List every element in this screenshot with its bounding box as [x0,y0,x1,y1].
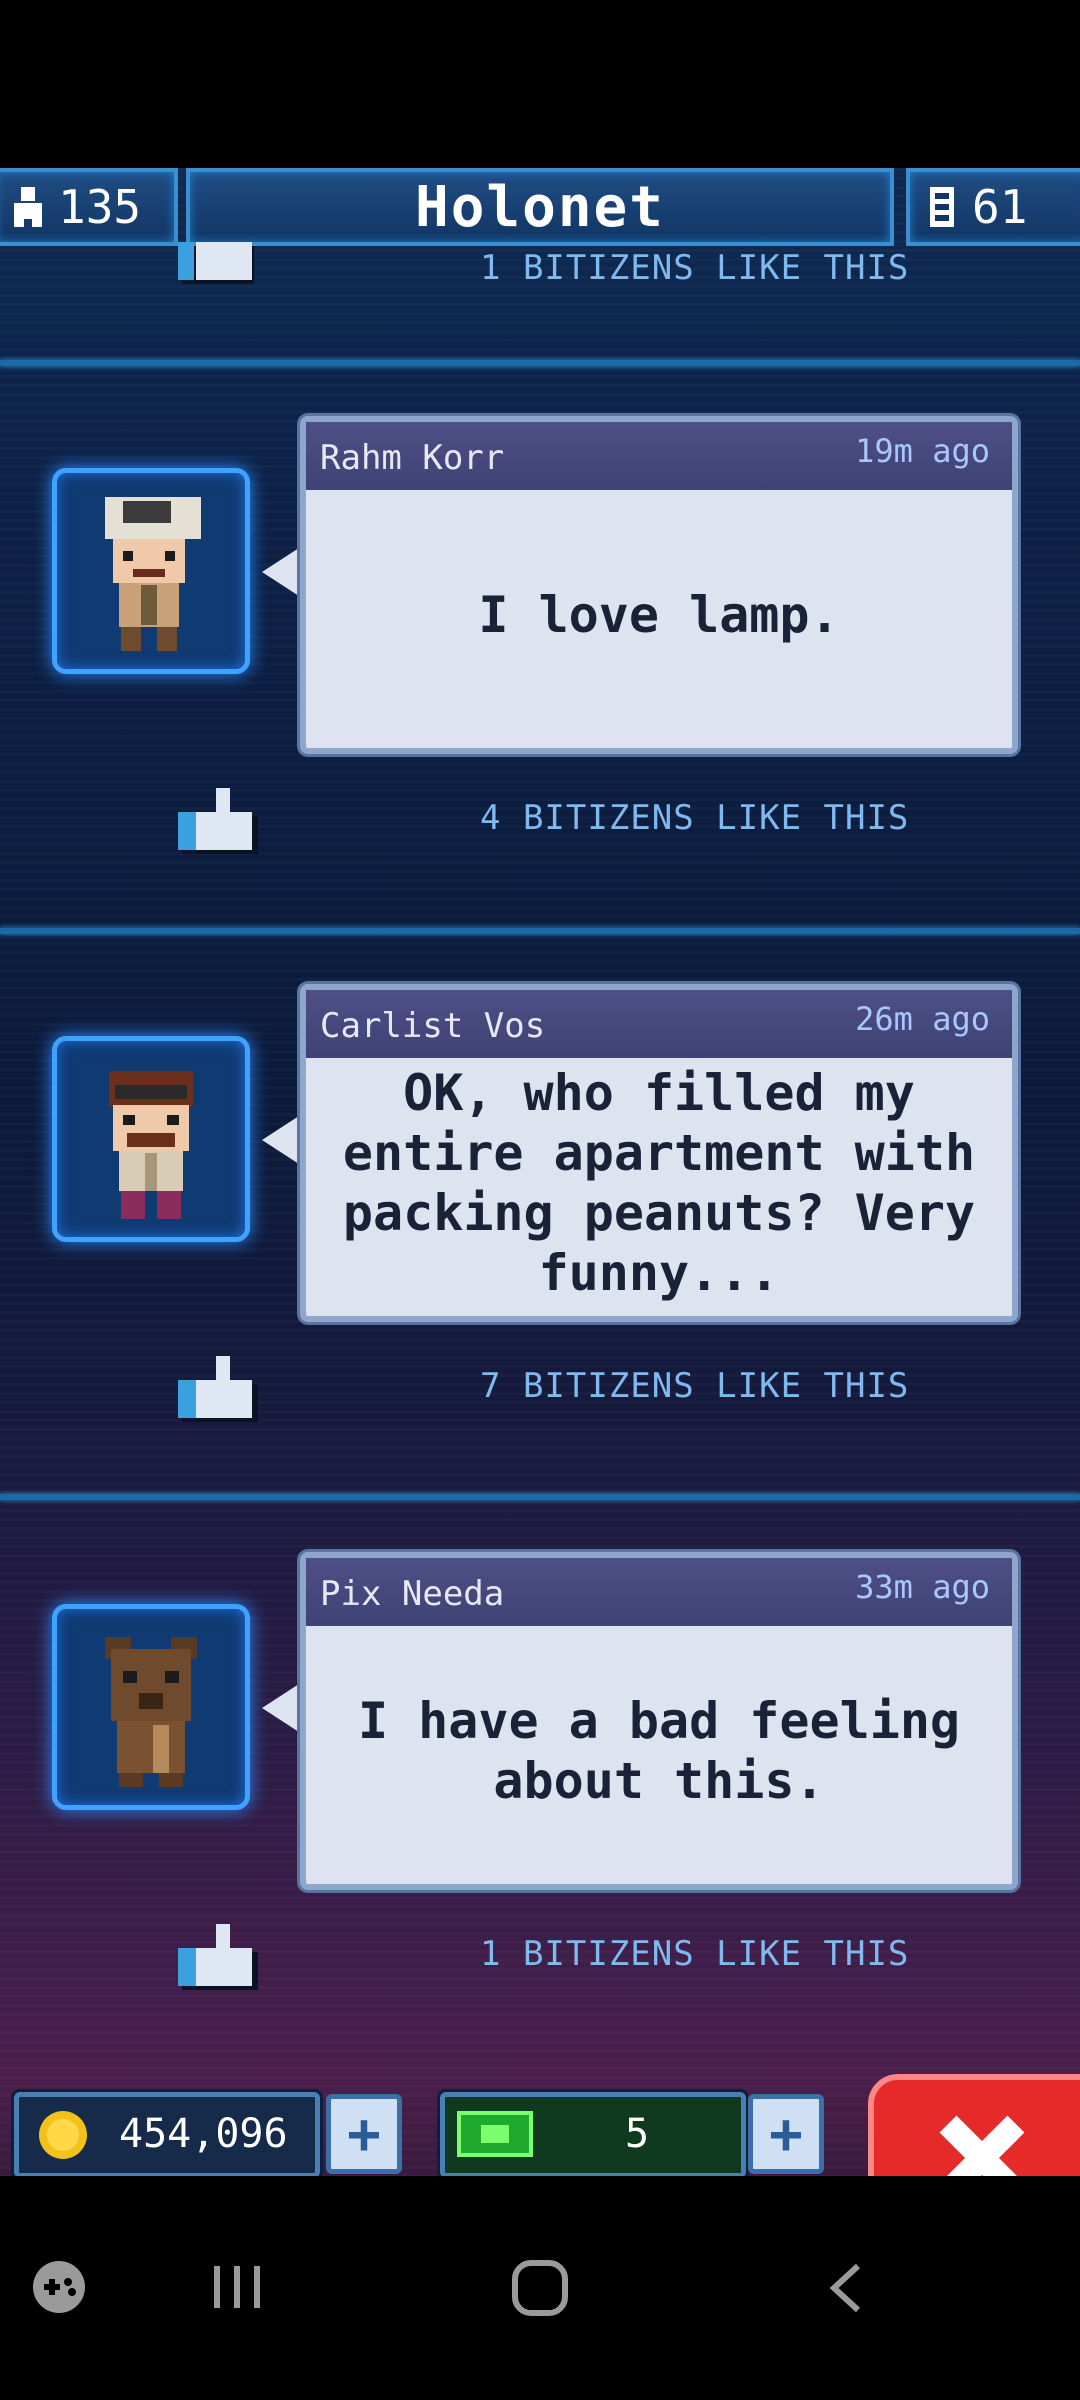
post-time: 26m ago [855,1000,990,1038]
coin-icon [39,2111,87,2159]
divider [0,1494,1080,1500]
recent-apps-icon[interactable] [210,2260,264,2314]
message-bubble: Pix Needa 33m ago I have a bad feeling a… [300,1552,1018,1890]
message-text: OK, who filled my entire apartment with … [342,1064,976,1302]
like-row: 1 BITIZENS LIKE THIS [0,242,1080,328]
avatar[interactable] [52,1604,250,1810]
bux-value: 5 [625,2111,650,2157]
post-item: Pix Needa 33m ago I have a bad feeling a… [0,1552,1080,2112]
message-bubble: Carlist Vos 26m ago OK, who filled my en… [300,984,1018,1322]
author-name[interactable]: Carlist Vos [320,1006,545,1046]
bubble-header: Carlist Vos 26m ago [306,990,1012,1058]
floors-counter[interactable]: 61 [906,168,1080,246]
bux-counter[interactable]: 5 [440,2092,746,2176]
author-name[interactable]: Rahm Korr [320,438,504,478]
message-text: I have a bad feeling about this. [357,1692,961,1810]
post-time: 19m ago [855,432,990,470]
likes-count: 1 BITIZENS LIKE THIS [480,1934,910,1974]
likes-count: 1 BITIZENS LIKE THIS [480,248,910,288]
author-name[interactable]: Pix Needa [320,1574,504,1614]
bubble-tail [262,546,302,598]
page-title: Holonet [186,168,894,246]
system-nav-bar [0,2176,1080,2400]
coins-counter[interactable]: 454,096 [14,2092,320,2176]
holonet-screen: 135 Holonet 61 1 BITIZENS LIKE THIS Rahm… [0,168,1080,2176]
avatar[interactable] [52,1036,250,1242]
bitizen-portrait [105,1637,197,1787]
gamepad-icon[interactable] [30,2258,88,2316]
bottom-bar: 454,096 + 5 + [0,2074,1080,2176]
avatar[interactable] [52,468,250,674]
close-icon [939,2115,1025,2176]
bubble-header: Rahm Korr 19m ago [306,422,1012,490]
bitizen-portrait [105,497,201,651]
thumbs-up-icon[interactable] [176,218,260,288]
back-icon[interactable] [820,2260,874,2316]
bubble-tail [262,1114,302,1166]
thumbs-up-icon[interactable] [176,786,260,856]
add-bux-button[interactable]: + [748,2094,824,2174]
population-value: 135 [58,180,142,234]
like-row: 4 BITIZENS LIKE THIS [0,786,1080,866]
post-time: 33m ago [855,1568,990,1606]
divider [0,928,1080,934]
like-row: 7 BITIZENS LIKE THIS [0,1354,1080,1434]
message-bubble: Rahm Korr 19m ago I love lamp. [300,416,1018,754]
bubble-tail [262,1682,302,1734]
divider [0,360,1080,366]
likes-count: 7 BITIZENS LIKE THIS [480,1366,910,1406]
post-item: Carlist Vos 26m ago OK, who filled my en… [0,984,1080,1544]
person-icon [14,187,42,227]
bitizen-portrait [109,1071,193,1219]
bubble-header: Pix Needa 33m ago [306,1558,1012,1626]
likes-count: 4 BITIZENS LIKE THIS [480,798,910,838]
floor-icon [930,187,954,227]
add-coins-button[interactable]: + [326,2094,402,2174]
home-icon[interactable] [510,2258,570,2318]
population-counter[interactable]: 135 [0,168,178,246]
thumbs-up-icon[interactable] [176,1354,260,1424]
thumbs-up-icon[interactable] [176,1922,260,1992]
close-button[interactable] [868,2074,1080,2176]
bux-icon [457,2111,533,2157]
header: 135 Holonet 61 [0,168,1080,248]
message-text: I love lamp. [478,586,840,644]
post-item: Rahm Korr 19m ago I love lamp. 4 BITIZEN… [0,416,1080,976]
coins-value: 454,096 [119,2111,288,2157]
like-row: 1 BITIZENS LIKE THIS [0,1922,1080,2002]
floors-value: 61 [972,180,1028,234]
